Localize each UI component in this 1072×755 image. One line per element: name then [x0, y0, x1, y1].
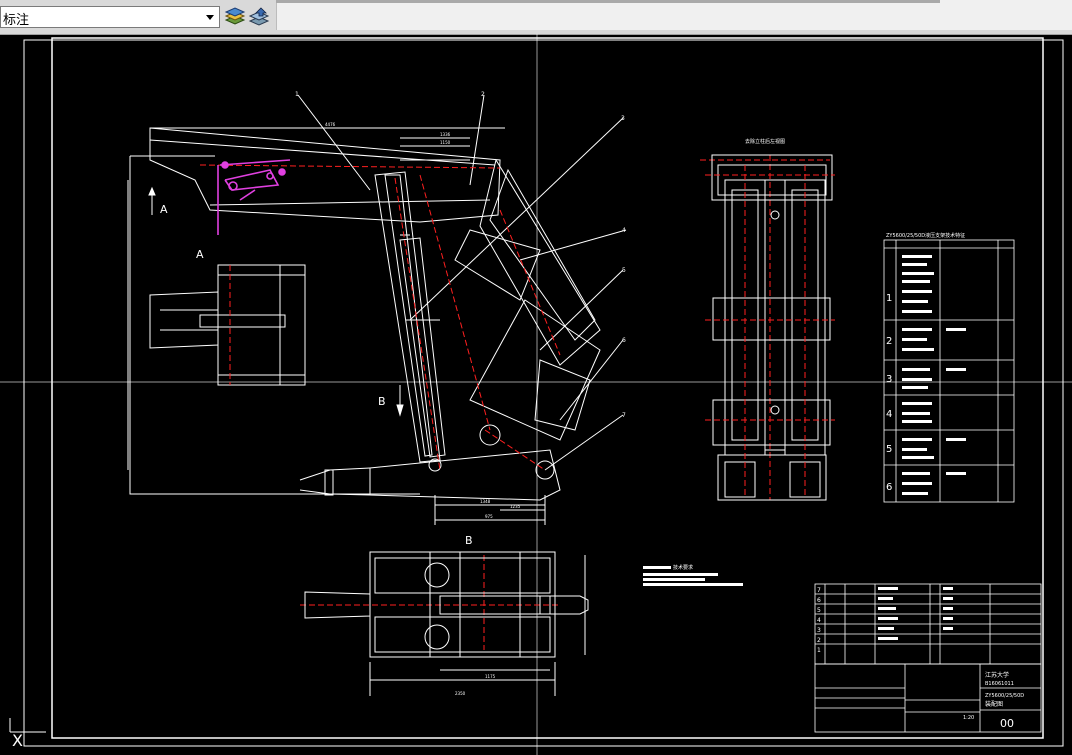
- parts-seq-2: 2: [817, 637, 821, 644]
- dim-bottom-1: 1348: [480, 499, 491, 504]
- side-view-title: 去除立柱后左视图: [745, 138, 785, 145]
- svg-text:X: X: [12, 731, 23, 750]
- part-number-2: 2: [481, 91, 485, 98]
- params-group-1: 1: [886, 293, 892, 304]
- params-group-2: 2: [886, 336, 892, 347]
- params-table-cells: [902, 255, 966, 495]
- part-number-3: 3: [621, 115, 625, 122]
- toolbar-strip: [276, 0, 940, 3]
- parts-seq-3: 3: [817, 627, 821, 634]
- part-number-1: 1: [295, 91, 299, 98]
- drawing-canvas[interactable]: A A B B 1 2 3 4 5 6 7 4476 1336 1150 134…: [0, 34, 1072, 755]
- inner-frame: [51, 37, 1044, 739]
- layers-stack-icon[interactable]: [224, 6, 246, 28]
- parts-seq-4: 4: [817, 617, 821, 624]
- layer-toolbar: 标注: [0, 0, 1072, 35]
- outer-frame: [23, 39, 1064, 747]
- layer-states-icon[interactable]: [248, 6, 270, 28]
- dim-sub-span-2: 1150: [440, 140, 451, 145]
- title-school: 江苏大学: [985, 671, 1009, 679]
- parts-seq-5: 5: [817, 607, 821, 614]
- view-label-b-left: B: [378, 395, 386, 408]
- dim-plan-width: 2350: [455, 691, 466, 696]
- part-number-5: 5: [622, 267, 626, 274]
- params-group-6: 6: [886, 482, 892, 493]
- params-table-title: ZY5600/25/50D液压支架技术特征: [886, 232, 965, 239]
- plan-view: [304, 551, 589, 696]
- parts-seq-7: 7: [817, 587, 821, 594]
- parts-seq-6: 6: [817, 597, 821, 604]
- dim-bottom-2: 975: [485, 514, 493, 519]
- parts-list-cells: [878, 587, 953, 640]
- params-group-5: 5: [886, 444, 892, 455]
- dim-top-span: 4476: [325, 122, 336, 127]
- part-number-6: 6: [622, 337, 626, 344]
- front-view: [127, 94, 627, 525]
- parts-seq-1: 1: [817, 647, 821, 654]
- ucs-icon: X: [9, 718, 46, 750]
- params-group-3: 3: [886, 374, 892, 385]
- dim-bottom-3: 1235: [510, 504, 521, 509]
- toolbar-blank-area: [276, 0, 1072, 30]
- params-group-4: 4: [886, 409, 892, 420]
- view-label-a-left: A: [196, 248, 204, 261]
- parts-list: [814, 583, 1042, 665]
- title-sheet-number: 00: [1000, 717, 1014, 730]
- part-number-7: 7: [622, 412, 626, 419]
- side-view: [711, 154, 833, 501]
- title-scale: 1:20: [963, 715, 974, 721]
- highlighted-detail: [217, 159, 291, 235]
- part-number-4: 4: [622, 227, 626, 234]
- dim-plan-sub: 1175: [485, 674, 496, 679]
- layer-combo-value: 标注: [3, 13, 30, 28]
- title-drawing-name: 装配图: [985, 700, 1003, 708]
- title-model: ZY5600/25/50D: [985, 693, 1024, 699]
- tech-requirements-title: 技术要求: [673, 564, 693, 571]
- view-label-a-top: A: [160, 203, 168, 216]
- dim-sub-span-1: 1336: [440, 132, 451, 137]
- chevron-down-icon[interactable]: [202, 8, 218, 26]
- layer-combo[interactable]: 标注: [0, 6, 220, 28]
- view-label-b-bottom: B: [465, 534, 473, 547]
- title-student-id: B16061011: [985, 681, 1014, 687]
- centerlines: [199, 155, 830, 650]
